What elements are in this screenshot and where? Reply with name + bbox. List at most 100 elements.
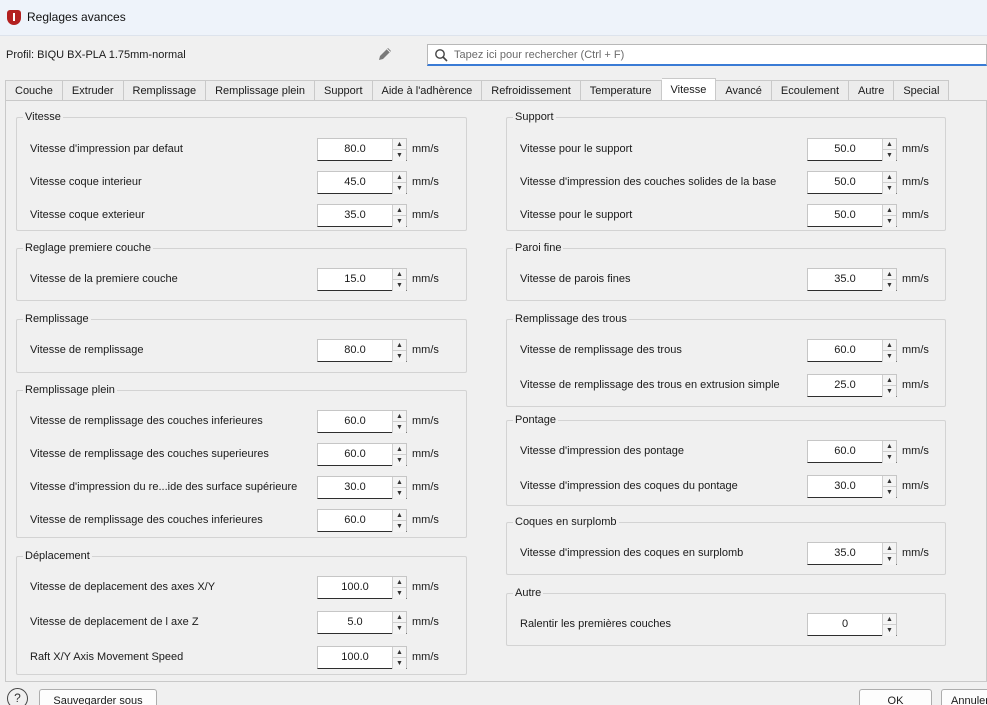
increment-arrow-icon[interactable]: ▲: [882, 476, 896, 487]
spinbox-value[interactable]: 35.0: [318, 209, 392, 221]
increment-arrow-icon[interactable]: ▲: [882, 614, 896, 625]
value-spinbox[interactable]: 15.0 ▲ ▼: [317, 268, 407, 291]
value-spinbox[interactable]: 80.0 ▲ ▼: [317, 138, 407, 161]
increment-arrow-icon[interactable]: ▲: [882, 269, 896, 280]
decrement-arrow-icon[interactable]: ▼: [392, 183, 406, 194]
spinbox-value[interactable]: 30.0: [318, 481, 392, 493]
tab-2[interactable]: Remplissage: [123, 80, 207, 101]
spinbox-value[interactable]: 60.0: [318, 415, 392, 427]
spinbox-value[interactable]: 15.0: [318, 273, 392, 285]
spinbox-value[interactable]: 50.0: [808, 209, 882, 221]
increment-arrow-icon[interactable]: ▲: [882, 543, 896, 554]
decrement-arrow-icon[interactable]: ▼: [882, 487, 896, 498]
tab-5[interactable]: Aide à l'adhèrence: [372, 80, 483, 101]
increment-arrow-icon[interactable]: ▲: [392, 139, 406, 150]
spinbox-value[interactable]: 5.0: [318, 616, 392, 628]
spinbox-value[interactable]: 100.0: [318, 651, 392, 663]
increment-arrow-icon[interactable]: ▲: [882, 340, 896, 351]
decrement-arrow-icon[interactable]: ▼: [392, 280, 406, 291]
decrement-arrow-icon[interactable]: ▼: [392, 216, 406, 227]
decrement-arrow-icon[interactable]: ▼: [882, 216, 896, 227]
search-box[interactable]: [427, 44, 987, 66]
decrement-arrow-icon[interactable]: ▼: [392, 455, 406, 466]
spinbox-value[interactable]: 60.0: [808, 445, 882, 457]
decrement-arrow-icon[interactable]: ▼: [882, 625, 896, 636]
increment-arrow-icon[interactable]: ▲: [392, 647, 406, 658]
decrement-arrow-icon[interactable]: ▼: [392, 488, 406, 499]
decrement-arrow-icon[interactable]: ▼: [882, 554, 896, 565]
decrement-arrow-icon[interactable]: ▼: [882, 386, 896, 397]
spinbox-value[interactable]: 60.0: [808, 344, 882, 356]
tab-1[interactable]: Extruder: [62, 80, 124, 101]
decrement-arrow-icon[interactable]: ▼: [392, 658, 406, 669]
value-spinbox[interactable]: 50.0 ▲ ▼: [807, 138, 897, 161]
value-spinbox[interactable]: 80.0 ▲ ▼: [317, 339, 407, 362]
increment-arrow-icon[interactable]: ▲: [392, 444, 406, 455]
increment-arrow-icon[interactable]: ▲: [882, 139, 896, 150]
value-spinbox[interactable]: 30.0 ▲ ▼: [317, 476, 407, 499]
spinbox-value[interactable]: 30.0: [808, 480, 882, 492]
value-spinbox[interactable]: 25.0 ▲ ▼: [807, 374, 897, 397]
increment-arrow-icon[interactable]: ▲: [392, 577, 406, 588]
tab-10[interactable]: Ecoulement: [771, 80, 850, 101]
tab-6[interactable]: Refroidissement: [482, 80, 581, 101]
tab-11[interactable]: Autre: [849, 80, 895, 101]
decrement-arrow-icon[interactable]: ▼: [392, 150, 406, 161]
value-spinbox[interactable]: 60.0 ▲ ▼: [807, 339, 897, 362]
decrement-arrow-icon[interactable]: ▼: [392, 351, 406, 362]
tab-4[interactable]: Support: [314, 80, 373, 101]
decrement-arrow-icon[interactable]: ▼: [882, 351, 896, 362]
cancel-button[interactable]: Annuler: [941, 689, 987, 705]
value-spinbox[interactable]: 50.0 ▲ ▼: [807, 171, 897, 194]
tab-3[interactable]: Remplissage plein: [206, 80, 315, 101]
spinbox-value[interactable]: 0: [808, 618, 882, 630]
value-spinbox[interactable]: 100.0 ▲ ▼: [317, 646, 407, 669]
increment-arrow-icon[interactable]: ▲: [392, 510, 406, 521]
value-spinbox[interactable]: 60.0 ▲ ▼: [317, 410, 407, 433]
decrement-arrow-icon[interactable]: ▼: [882, 452, 896, 463]
value-spinbox[interactable]: 60.0 ▲ ▼: [317, 443, 407, 466]
spinbox-value[interactable]: 45.0: [318, 176, 392, 188]
ok-button[interactable]: OK: [859, 689, 932, 705]
increment-arrow-icon[interactable]: ▲: [392, 411, 406, 422]
increment-arrow-icon[interactable]: ▲: [392, 612, 406, 623]
increment-arrow-icon[interactable]: ▲: [392, 477, 406, 488]
spinbox-value[interactable]: 35.0: [808, 547, 882, 559]
tab-0[interactable]: Couche: [5, 80, 63, 101]
decrement-arrow-icon[interactable]: ▼: [882, 150, 896, 161]
spinbox-value[interactable]: 80.0: [318, 143, 392, 155]
spinbox-value[interactable]: 50.0: [808, 176, 882, 188]
tab-7[interactable]: Temperature: [580, 80, 662, 101]
spinbox-value[interactable]: 35.0: [808, 273, 882, 285]
value-spinbox[interactable]: 35.0 ▲ ▼: [807, 268, 897, 291]
value-spinbox[interactable]: 0 ▲ ▼: [807, 613, 897, 636]
value-spinbox[interactable]: 5.0 ▲ ▼: [317, 611, 407, 634]
spinbox-value[interactable]: 60.0: [318, 514, 392, 526]
value-spinbox[interactable]: 30.0 ▲ ▼: [807, 475, 897, 498]
spinbox-value[interactable]: 80.0: [318, 344, 392, 356]
save-as-button[interactable]: Sauvegarder sous: [39, 689, 157, 705]
value-spinbox[interactable]: 60.0 ▲ ▼: [807, 440, 897, 463]
decrement-arrow-icon[interactable]: ▼: [392, 588, 406, 599]
decrement-arrow-icon[interactable]: ▼: [392, 623, 406, 634]
search-input[interactable]: [454, 46, 974, 64]
help-icon[interactable]: ?: [7, 688, 28, 705]
value-spinbox[interactable]: 35.0 ▲ ▼: [317, 204, 407, 227]
value-spinbox[interactable]: 45.0 ▲ ▼: [317, 171, 407, 194]
decrement-arrow-icon[interactable]: ▼: [392, 422, 406, 433]
increment-arrow-icon[interactable]: ▲: [882, 205, 896, 216]
pencil-icon[interactable]: [376, 45, 394, 63]
value-spinbox[interactable]: 60.0 ▲ ▼: [317, 509, 407, 532]
spinbox-value[interactable]: 100.0: [318, 581, 392, 593]
increment-arrow-icon[interactable]: ▲: [882, 441, 896, 452]
spinbox-value[interactable]: 50.0: [808, 143, 882, 155]
decrement-arrow-icon[interactable]: ▼: [882, 183, 896, 194]
increment-arrow-icon[interactable]: ▲: [882, 172, 896, 183]
increment-arrow-icon[interactable]: ▲: [392, 340, 406, 351]
increment-arrow-icon[interactable]: ▲: [392, 172, 406, 183]
increment-arrow-icon[interactable]: ▲: [882, 375, 896, 386]
spinbox-value[interactable]: 60.0: [318, 448, 392, 460]
tab-9[interactable]: Avancé: [716, 80, 772, 101]
value-spinbox[interactable]: 50.0 ▲ ▼: [807, 204, 897, 227]
increment-arrow-icon[interactable]: ▲: [392, 269, 406, 280]
